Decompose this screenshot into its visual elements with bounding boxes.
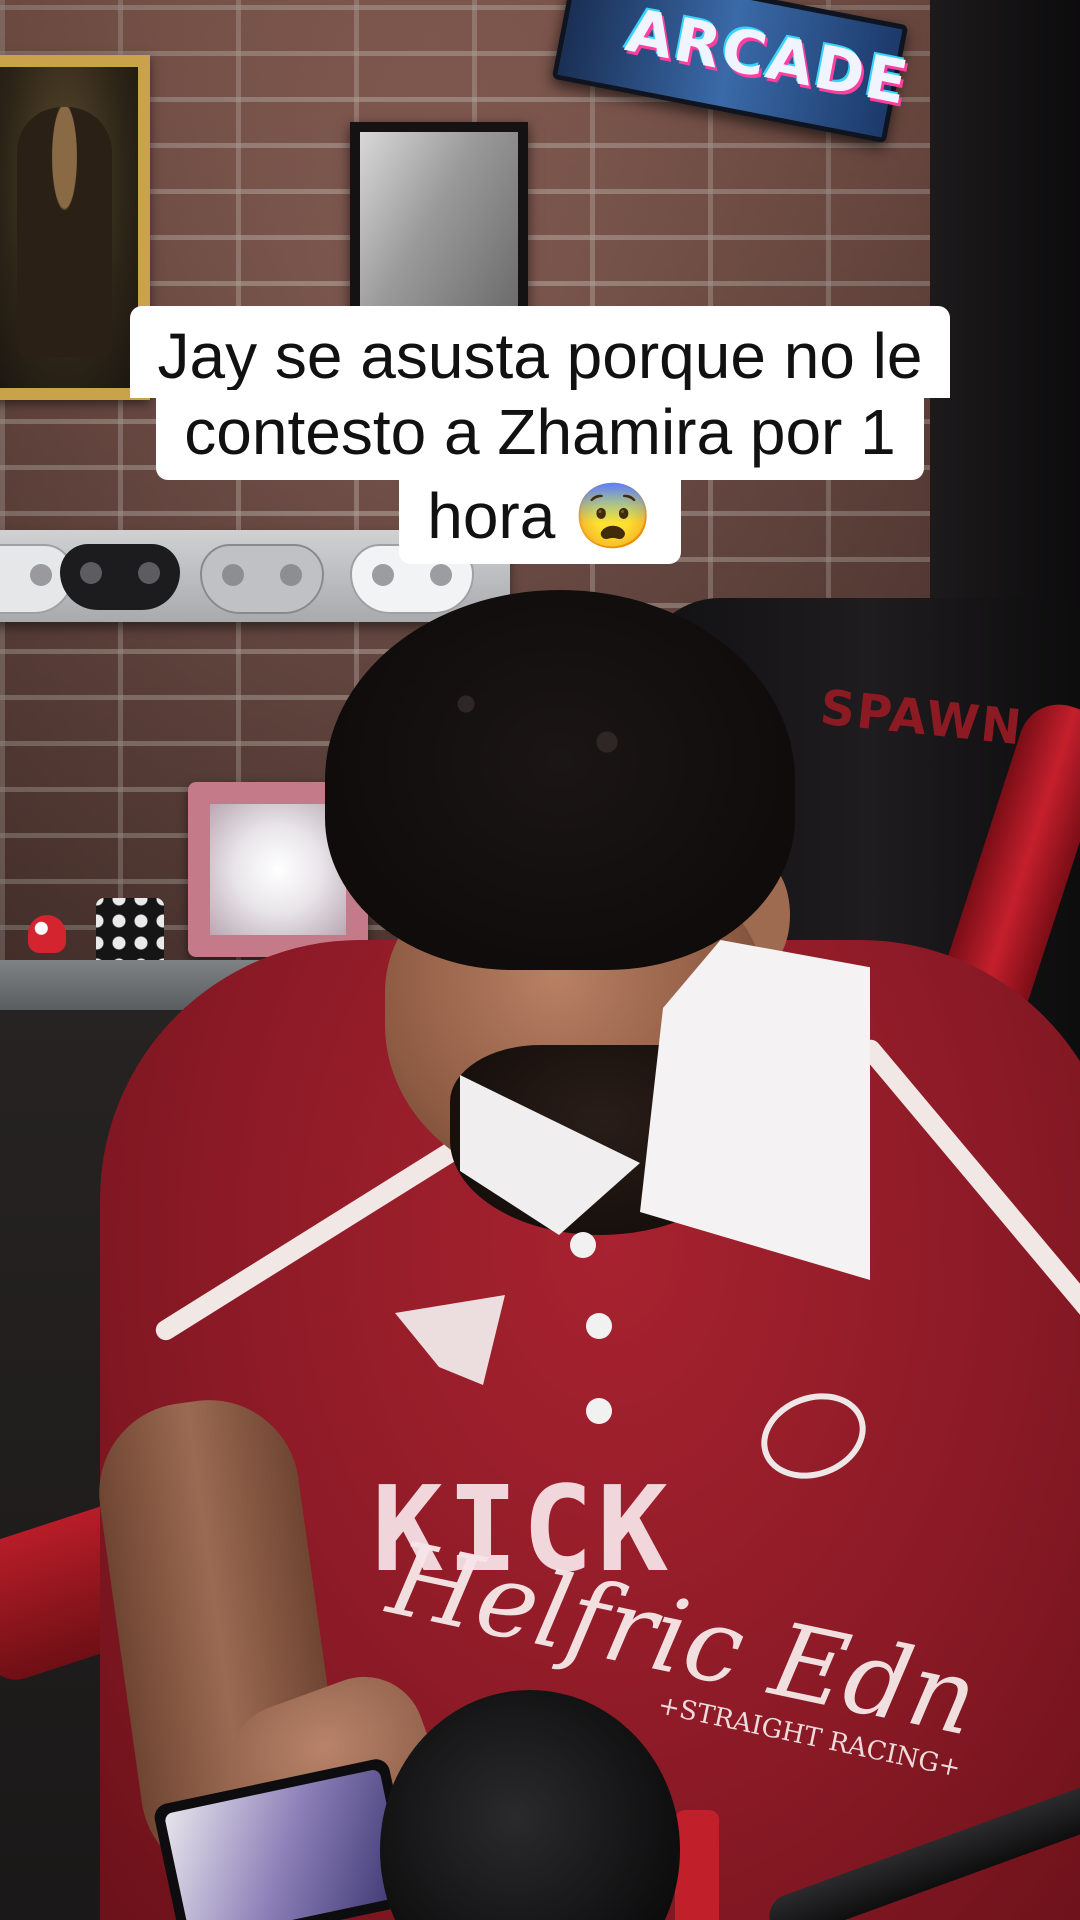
caption-row: hora 😨 (0, 474, 1080, 564)
curly-hair (325, 590, 795, 970)
caption-row: Jay se asusta porque no le (0, 306, 1080, 398)
kick-watermark: KICK (372, 1460, 673, 1598)
shirt-button (570, 1232, 596, 1258)
caption-row: contesto a Zhamira por 1 (0, 390, 1080, 480)
caption-line-1: Jay se asusta porque no le (129, 306, 951, 398)
video-caption: Jay se asusta porque no le contesto a Zh… (0, 306, 1080, 564)
mirror-glass (360, 132, 518, 317)
caption-line-3: hora 😨 (399, 474, 681, 564)
wall-mirror (350, 122, 528, 327)
red-lanyard (675, 1810, 719, 1920)
shirt-button (586, 1313, 612, 1339)
mushroom-figure (28, 915, 66, 953)
video-frame: ARCADE SPAWN Helfric Edn +STRAIGHT RACIN… (0, 0, 1080, 1920)
caption-line-2: contesto a Zhamira por 1 (156, 390, 924, 480)
shirt-button (586, 1398, 612, 1424)
